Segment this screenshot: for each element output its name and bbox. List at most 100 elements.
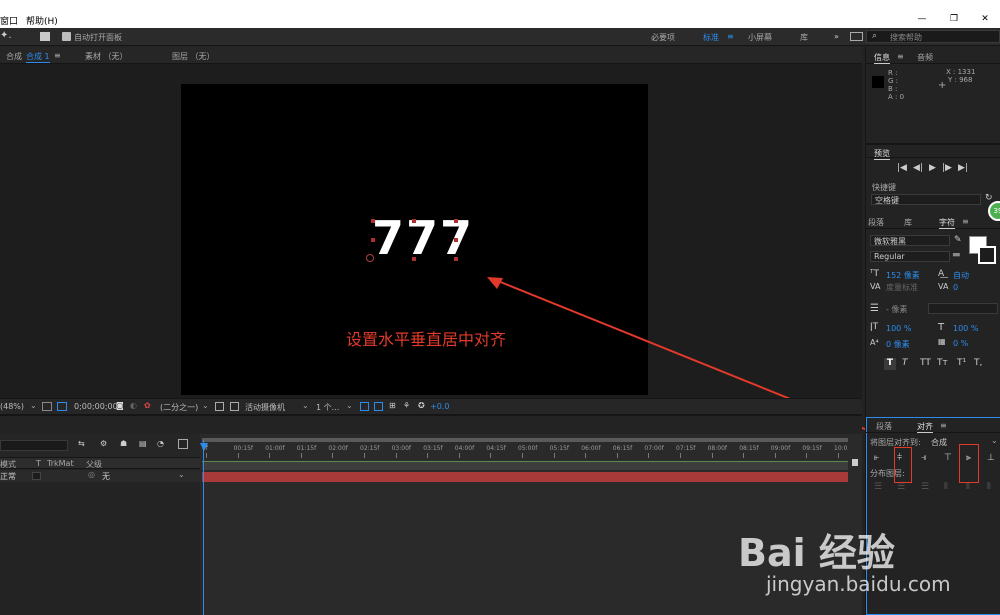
faux-italic-button[interactable]: T <box>902 358 908 368</box>
timeline-layer-row[interactable]: 正常 ◎ 无 ⌄ <box>0 470 200 482</box>
shortcut-select[interactable]: 空格键 <box>871 194 981 205</box>
playhead[interactable] <box>203 440 204 615</box>
font-style-select[interactable]: Regular <box>870 251 950 262</box>
chevron-down-icon[interactable]: ⌄ <box>178 470 185 479</box>
first-frame-icon[interactable]: |◀ <box>897 163 907 173</box>
distribute-hcenter-icon[interactable]: ⫴ <box>966 482 970 492</box>
work-area-bar[interactable] <box>202 438 848 442</box>
distribute-right-icon[interactable]: ⫴ <box>987 482 991 492</box>
stroke-style-select[interactable] <box>928 303 998 314</box>
timeline-layer-list[interactable] <box>0 482 200 615</box>
current-time[interactable]: 0;00;00;00 <box>74 402 118 411</box>
black-swatch-icon[interactable]: ▬ <box>952 250 961 260</box>
kerning-value[interactable]: 度量标准 <box>886 282 918 293</box>
info-x: X : 1331 <box>946 68 976 76</box>
tab-libraries[interactable]: 库 <box>904 217 912 228</box>
motion-blur-icon[interactable]: ◔ <box>157 439 164 448</box>
distribute-left-icon[interactable]: ⫴ <box>944 482 948 492</box>
tab-align[interactable]: 对齐 <box>917 421 933 433</box>
next-frame-icon[interactable]: |▶ <box>942 163 952 173</box>
flowchart-icon[interactable]: ⚘ <box>403 401 410 410</box>
tracking-value[interactable]: 0 <box>953 283 958 292</box>
align-to-select[interactable]: 合成 <box>931 437 947 448</box>
resolution-select[interactable]: (二分之一) <box>160 402 198 413</box>
align-left-icon[interactable]: ⫦ <box>874 453 879 463</box>
tab-paragraph[interactable]: 段落 <box>868 217 884 228</box>
ruler-tick-label: 08:00f <box>707 445 727 452</box>
eyedropper-icon[interactable]: ✎ <box>954 235 962 245</box>
subscript-button[interactable]: T, <box>974 358 982 368</box>
font-size-value[interactable]: 152 像素 <box>886 270 920 281</box>
region-icon[interactable] <box>57 402 67 411</box>
ruler-tick-mark <box>806 453 808 458</box>
tab-menu-icon[interactable]: ≡ <box>940 421 947 430</box>
tab-preview[interactable]: 预览 <box>874 148 890 160</box>
safe-margins-icon[interactable] <box>42 402 52 411</box>
distribute-bottom-icon[interactable]: ☰ <box>921 482 929 492</box>
align-top-icon[interactable]: ⊤ <box>944 453 952 463</box>
mask-visibility-icon[interactable] <box>230 402 239 411</box>
prev-frame-icon[interactable]: ◀| <box>913 163 923 173</box>
graph-editor-icon[interactable] <box>178 439 188 449</box>
tab-menu-icon[interactable]: ≡ <box>962 217 969 226</box>
playhead-marker-icon[interactable] <box>200 443 208 451</box>
fast-preview-icon[interactable] <box>360 402 369 411</box>
distribute-top-icon[interactable]: ☰ <box>874 482 882 492</box>
tab-info[interactable]: 信息 <box>874 52 890 64</box>
snapshot-icon[interactable]: ◙ <box>116 401 124 410</box>
timeline-icon[interactable] <box>374 402 383 411</box>
chevron-down-icon[interactable]: ⌄ <box>346 401 353 410</box>
comp-marker-icon[interactable] <box>852 459 858 466</box>
vertical-scale-value[interactable]: 100 % <box>886 324 911 333</box>
show-snapshot-icon[interactable]: ◐ <box>130 401 137 410</box>
transparency-grid-icon[interactable] <box>215 402 224 411</box>
align-right-icon[interactable]: ⫣ <box>921 453 926 463</box>
shy-layers-icon[interactable]: ☗ <box>120 439 127 448</box>
superscript-button[interactable]: T¹ <box>957 358 966 368</box>
camera-select[interactable]: 活动摄像机 <box>245 402 307 412</box>
ruler-tick-label: 10:0 <box>834 445 848 452</box>
parent-pickwhip-icon[interactable]: ◎ <box>88 470 95 479</box>
exposure-reset-icon[interactable]: ✪ <box>418 401 425 410</box>
tab-menu-icon[interactable]: ≡ <box>897 52 904 61</box>
tab-paragraph[interactable]: 段落 <box>876 421 892 432</box>
text-layer-bar[interactable] <box>202 472 848 482</box>
stroke-color-swatch[interactable] <box>978 246 996 264</box>
draft-3d-icon[interactable]: ⚙ <box>100 439 107 448</box>
views-select[interactable]: 1 个... <box>316 402 339 413</box>
chevron-down-icon[interactable]: ⌄ <box>30 401 37 410</box>
all-caps-button[interactable]: TT <box>920 358 931 368</box>
channel-icon[interactable]: ✿ <box>144 401 151 410</box>
font-size-icon: ᵀT <box>870 269 879 279</box>
comp-flowchart-icon[interactable]: ⊞ <box>389 401 396 410</box>
distribute-vcenter-icon[interactable]: ☰ <box>897 482 905 492</box>
chevron-down-icon[interactable]: ⌄ <box>202 401 209 410</box>
last-frame-icon[interactable]: ▶| <box>958 163 968 173</box>
layer-search-input[interactable] <box>0 440 68 451</box>
align-bottom-icon[interactable]: ⊥ <box>987 453 995 463</box>
stroke-width-value[interactable]: - 像素 <box>886 304 907 315</box>
leading-value[interactable]: 自动 <box>953 270 969 281</box>
tsume-icon: ▦ <box>938 337 946 346</box>
ruler-tick-mark <box>364 453 365 458</box>
loop-icon[interactable]: ↻ <box>985 193 993 203</box>
chevron-down-icon[interactable]: ⌄ <box>991 436 998 445</box>
font-family-select[interactable]: 微软雅黑 <box>870 235 950 246</box>
layer-mode-select[interactable]: 正常 <box>0 471 16 482</box>
comp-mini-flowchart-icon[interactable]: ⇆ <box>78 439 85 448</box>
frame-blending-icon[interactable]: ▤ <box>139 439 147 448</box>
exposure-value[interactable]: +0.0 <box>430 402 449 411</box>
small-caps-button[interactable]: Tт <box>937 358 948 368</box>
layer-trkmat-select[interactable] <box>32 472 41 480</box>
horizontal-scale-value[interactable]: 100 % <box>953 324 978 333</box>
zoom-select[interactable]: (48%) <box>0 402 24 411</box>
faux-bold-button[interactable]: T <box>884 358 896 370</box>
chevron-down-icon[interactable]: ⌄ <box>302 401 309 410</box>
tsume-value[interactable]: 0 % <box>953 339 968 348</box>
layer-parent-select[interactable]: 无 <box>102 471 110 482</box>
tab-audio[interactable]: 音频 <box>917 52 933 63</box>
time-ruler[interactable]: 0f 00:15f 01:00f 01:15f 02:00f 02:15f 03:00f 03… <box>202 445 850 459</box>
tab-character[interactable]: 字符 <box>939 217 955 229</box>
baseline-shift-value[interactable]: 0 像素 <box>886 339 910 350</box>
play-icon[interactable]: ▶ <box>929 163 936 173</box>
